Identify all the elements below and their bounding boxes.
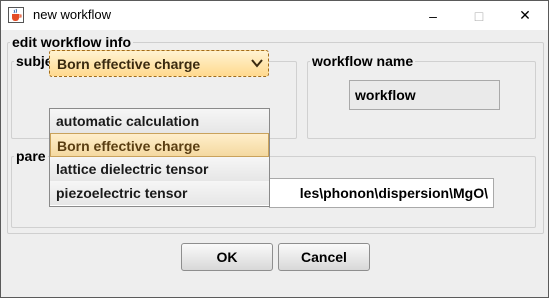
workflow-name-label: workflow name	[312, 53, 414, 69]
java-cup-icon	[8, 7, 24, 23]
workflow-name-input[interactable]: workflow	[349, 80, 500, 110]
dropdown-option[interactable]: automatic calculation	[50, 109, 269, 133]
subject-dropdown-list: automatic calculation Born effective cha…	[49, 108, 270, 207]
dropdown-option-selected[interactable]: Born effective charge	[50, 133, 269, 157]
dropdown-option[interactable]: lattice dielectric tensor	[50, 157, 269, 181]
ok-button[interactable]: OK	[181, 243, 273, 271]
maximize-button[interactable]: □	[456, 1, 502, 30]
close-icon: ✕	[519, 7, 531, 23]
subject-combobox[interactable]: Born effective charge	[49, 50, 269, 77]
title-bar[interactable]: new workflow – □ ✕	[1, 1, 548, 30]
chevron-down-icon	[251, 59, 263, 68]
window-title: new workflow	[33, 7, 112, 22]
dialog-window: new workflow – □ ✕ edit workflow info su…	[0, 0, 549, 298]
minimize-icon: –	[429, 7, 437, 24]
parent-directory-input[interactable]: les\phonon\dispersion\MgO\	[269, 178, 494, 208]
subject-combobox-value: Born effective charge	[57, 56, 201, 72]
close-button[interactable]: ✕	[502, 1, 548, 30]
edit-workflow-info-label: edit workflow info	[12, 34, 131, 50]
parent-directory-label: pare	[16, 148, 46, 164]
dropdown-option[interactable]: piezoelectric tensor	[50, 181, 269, 205]
minimize-button[interactable]: –	[410, 1, 456, 30]
cancel-button[interactable]: Cancel	[278, 243, 370, 271]
maximize-icon: □	[474, 7, 484, 24]
